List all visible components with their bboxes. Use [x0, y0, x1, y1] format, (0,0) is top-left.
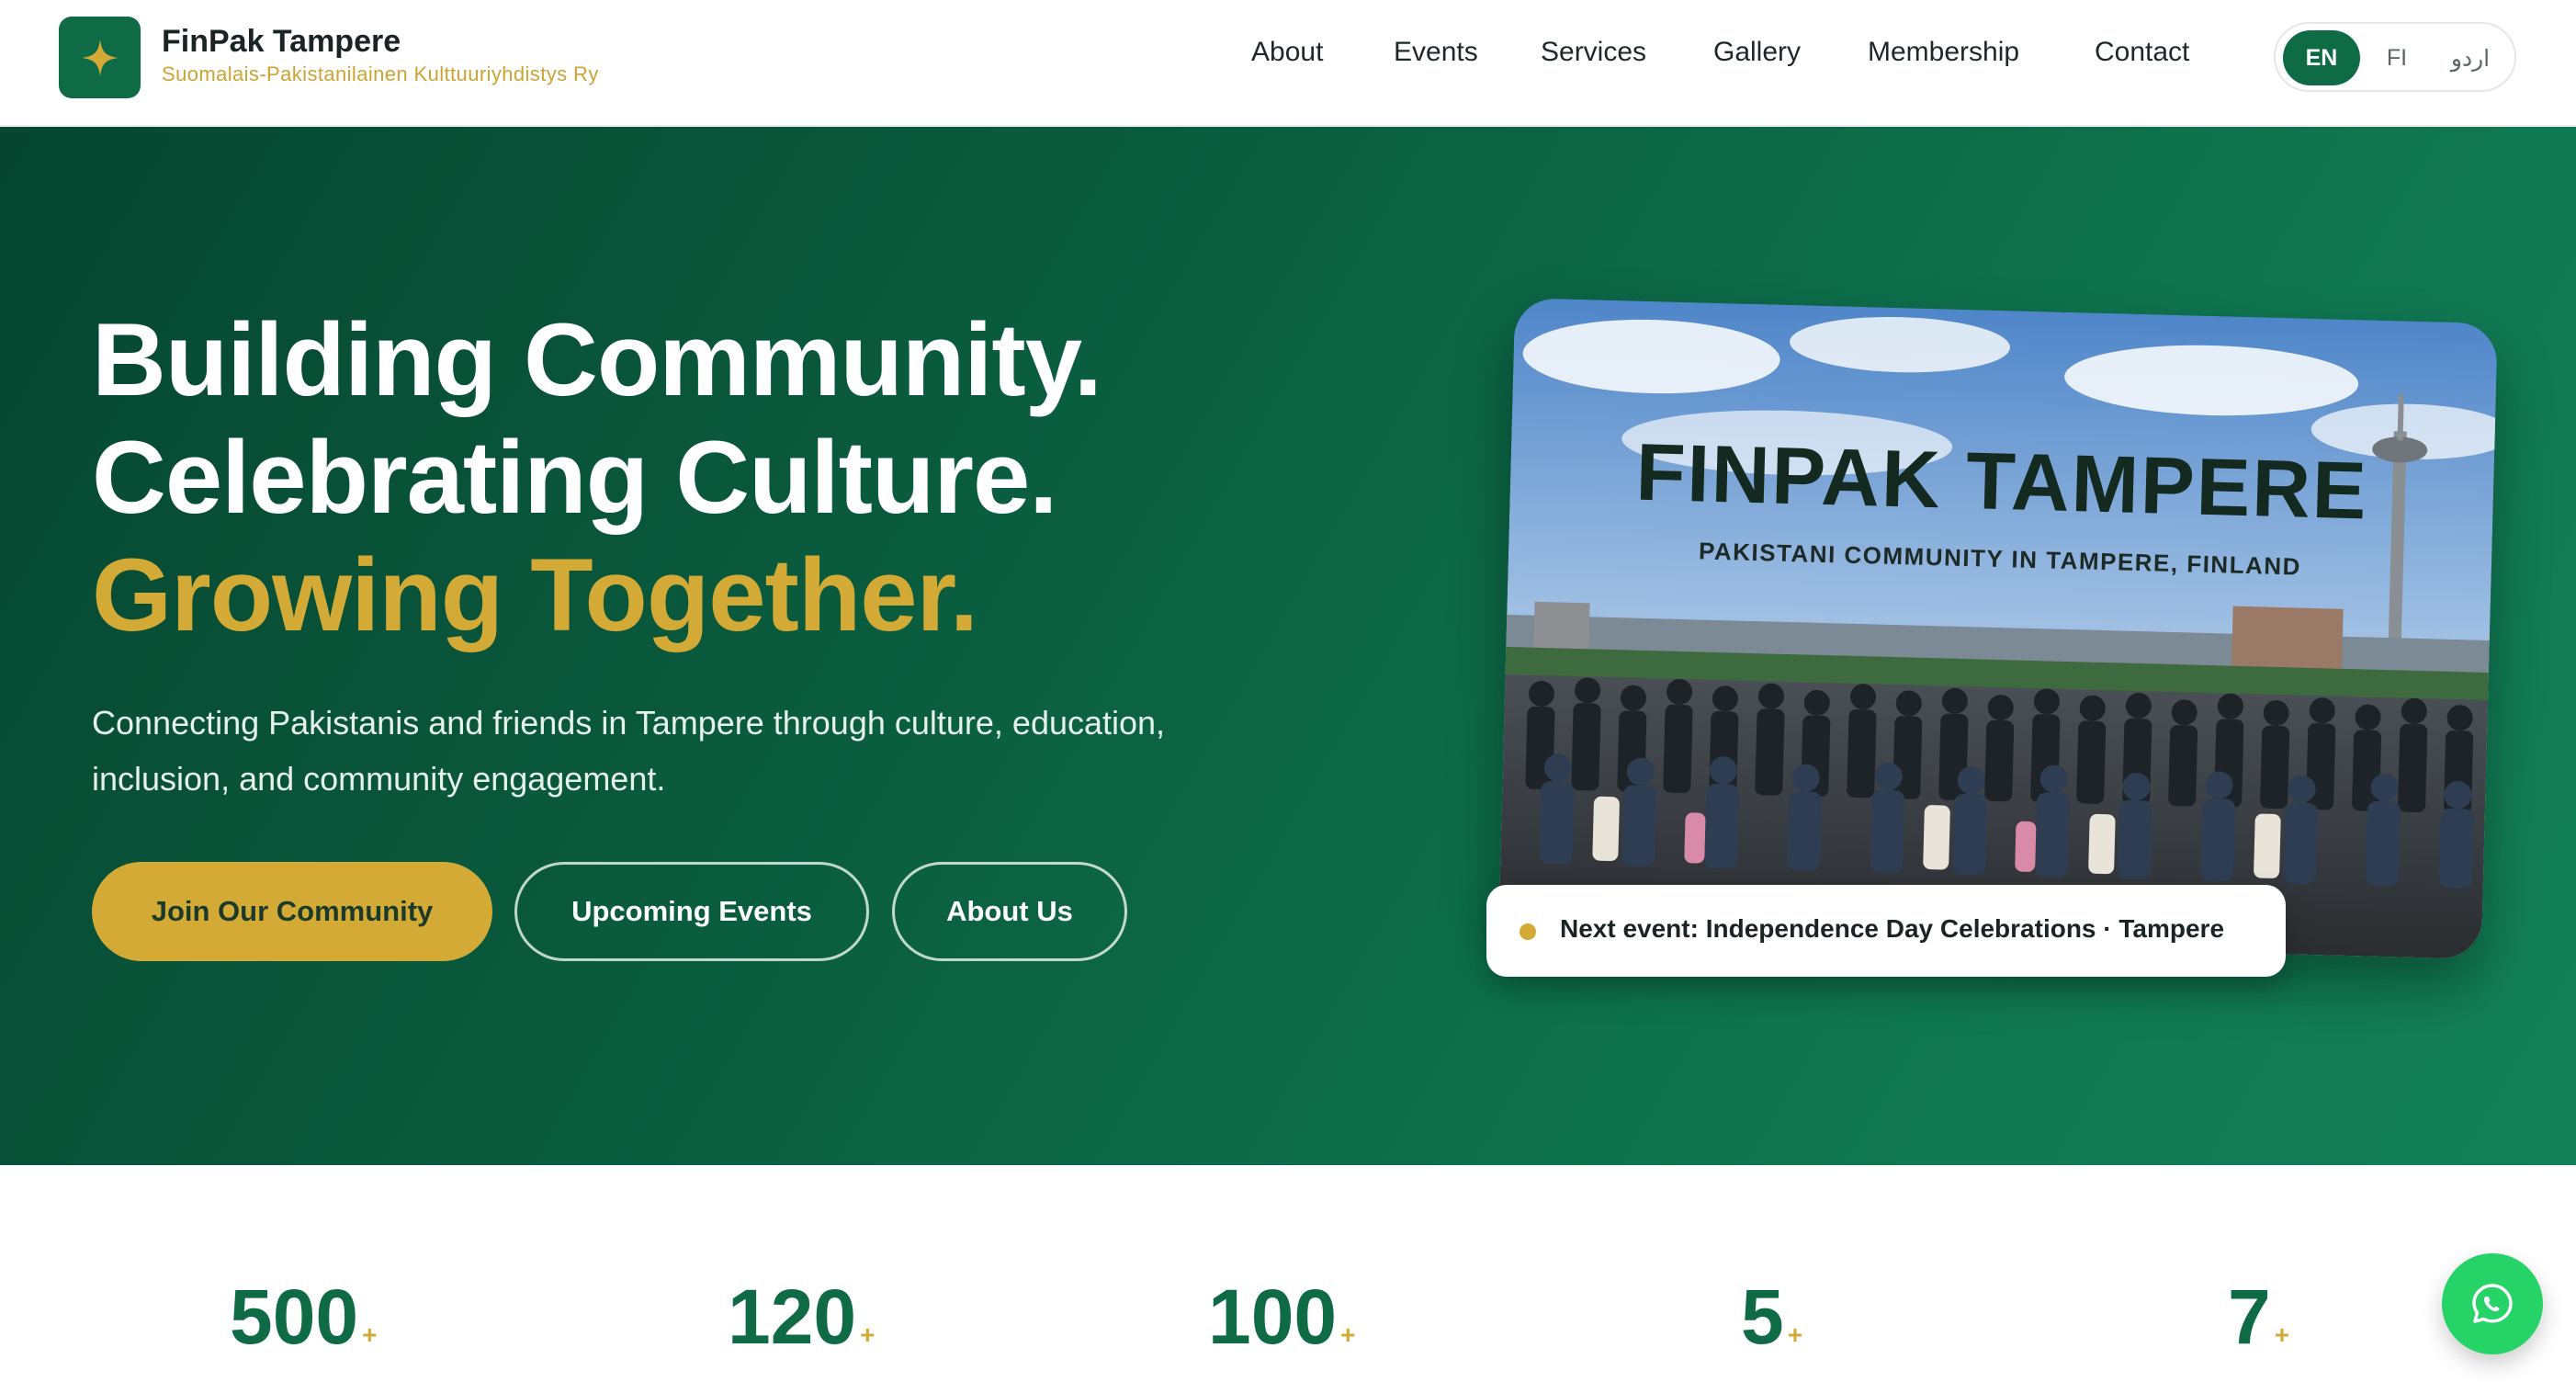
- nav-membership[interactable]: Membership: [1868, 37, 2019, 68]
- nav-about[interactable]: About: [1251, 37, 1323, 68]
- join-community-button[interactable]: Join Our Community: [92, 862, 492, 961]
- language-switcher: EN FI اردو: [2274, 22, 2516, 92]
- next-event-badge[interactable]: Next event: Independence Day Celebration…: [1486, 885, 2286, 977]
- hero-description: Connecting Pakistanis and friends in Tam…: [92, 704, 1166, 798]
- hero-title-line-1: Building Community.: [92, 302, 1102, 417]
- upcoming-events-button[interactable]: Upcoming Events: [514, 862, 869, 961]
- stat-value: 500: [230, 1274, 359, 1360]
- lang-fi-button[interactable]: FI: [2364, 30, 2430, 85]
- hero-title: Building Community. Celebrating Culture.…: [92, 301, 1102, 654]
- stat-suffix: +: [1787, 1320, 1803, 1349]
- stat-value: 5: [1741, 1274, 1784, 1360]
- brand-subtitle: Suomalais-Pakistanilainen Kulttuuriyhdis…: [162, 62, 599, 85]
- about-us-button[interactable]: About Us: [892, 862, 1127, 961]
- community-photo-image: [1498, 298, 2498, 959]
- stat-value: 7: [2228, 1274, 2271, 1360]
- nav-contact[interactable]: Contact: [2095, 37, 2189, 68]
- site-header: FinPak Tampere Suomalais-Pakistanilainen…: [0, 0, 2576, 126]
- lang-urdu-button[interactable]: اردو: [2432, 30, 2509, 85]
- hero-title-line-3: Growing Together.: [92, 538, 978, 652]
- sparkle-star-icon: [81, 39, 119, 76]
- whatsapp-icon: [2472, 1284, 2513, 1323]
- stat-5: 7 +: [2228, 1273, 2289, 1362]
- status-dot-icon: [1520, 923, 1536, 940]
- stat-value: 100: [1208, 1274, 1338, 1360]
- stat-3: 100 +: [1208, 1273, 1356, 1362]
- stat-value: 120: [728, 1274, 857, 1360]
- stat-1: 500 +: [230, 1273, 378, 1362]
- stat-suffix: +: [1340, 1320, 1356, 1349]
- brand-name[interactable]: FinPak Tampere: [162, 24, 401, 60]
- nav-events[interactable]: Events: [1394, 37, 1478, 68]
- stat-suffix: +: [2274, 1320, 2290, 1349]
- lang-en-button[interactable]: EN: [2283, 30, 2360, 85]
- stat-2: 120 +: [728, 1273, 876, 1362]
- stat-suffix: +: [362, 1320, 378, 1349]
- stat-4: 5 +: [1741, 1273, 1802, 1362]
- nav-gallery[interactable]: Gallery: [1713, 37, 1801, 68]
- nav-services[interactable]: Services: [1541, 37, 1646, 68]
- hero-section: Building Community. Celebrating Culture.…: [0, 127, 2576, 1165]
- hero-title-line-2: Celebrating Culture.: [92, 420, 1057, 535]
- stat-suffix: +: [860, 1320, 876, 1349]
- whatsapp-button[interactable]: [2442, 1253, 2543, 1354]
- community-photo: FINPAK TAMPERE PAKISTANI COMMUNITY IN TA…: [1498, 298, 2498, 959]
- logo[interactable]: [59, 17, 141, 98]
- next-event-text: Next event: Independence Day Celebration…: [1560, 914, 2225, 943]
